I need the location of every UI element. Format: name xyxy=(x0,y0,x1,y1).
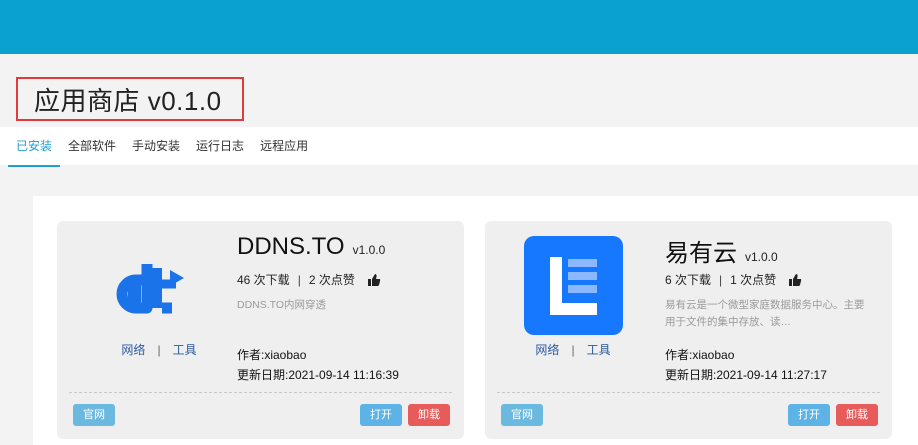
tab-bar: 已安装 全部软件 手动安装 运行日志 远程应用 xyxy=(0,127,918,167)
uninstall-button[interactable]: 卸载 xyxy=(836,404,878,426)
tag-tools: 工具 xyxy=(586,343,611,357)
app-description: 易有云是一个微型家庭数据服务中心。主要用于文件的集中存放、读… xyxy=(665,299,865,328)
top-bar xyxy=(0,0,918,54)
app-tags: 网络 | 工具 xyxy=(121,343,197,357)
open-button[interactable]: 打开 xyxy=(788,404,830,426)
app-stats: 46 次下载 | 2 次点赞 xyxy=(237,271,381,288)
card-divider xyxy=(497,392,880,393)
like-count: 1 次点赞 xyxy=(730,273,777,287)
app-update-date: 更新日期:2021-09-14 11:16:39 xyxy=(237,368,399,382)
tab-remote-apps[interactable]: 远程应用 xyxy=(252,127,316,165)
tag-network: 网络 xyxy=(121,343,146,357)
tab-run-log[interactable]: 运行日志 xyxy=(188,127,252,165)
card-divider xyxy=(69,392,452,393)
ddnsto-logo-icon xyxy=(106,236,205,335)
tab-installed[interactable]: 已安装 xyxy=(8,127,61,167)
app-version: v1.0.0 xyxy=(745,250,778,264)
tab-manual-install[interactable]: 手动安装 xyxy=(124,127,188,165)
app-author: 作者:xiaobao xyxy=(237,348,307,362)
official-site-button[interactable]: 官网 xyxy=(501,404,543,426)
download-count: 46 次下载 xyxy=(237,273,290,287)
app-stats: 6 次下载 | 1 次点赞 xyxy=(665,271,802,288)
tag-tools: 工具 xyxy=(172,343,197,357)
thumbs-up-icon[interactable] xyxy=(367,273,381,287)
uninstall-button[interactable]: 卸载 xyxy=(408,404,450,426)
linkease-logo-icon xyxy=(524,236,623,335)
app-name: 易有云 v1.0.0 xyxy=(665,233,778,268)
open-button[interactable]: 打开 xyxy=(360,404,402,426)
download-count: 6 次下载 xyxy=(665,273,712,287)
thumbs-up-icon[interactable] xyxy=(788,273,802,287)
page-title-text: 应用商店 v0.1.0 xyxy=(34,85,222,116)
app-card-linkease: 网络 | 工具 易有云 v1.0.0 6 次下载 | 1 次点赞 易有云是一个微型家庭… xyxy=(485,221,892,439)
page-title: 应用商店 v0.1.0 xyxy=(16,77,244,121)
app-name-text: 易有云 xyxy=(665,240,737,267)
app-description: DDNS.TO内网穿透 xyxy=(237,299,327,311)
app-name-text: DDNS.TO xyxy=(237,233,345,260)
app-tags: 网络 | 工具 xyxy=(535,343,611,357)
tab-all-software[interactable]: 全部软件 xyxy=(60,127,124,165)
official-site-button[interactable]: 官网 xyxy=(73,404,115,426)
app-update-date: 更新日期:2021-09-14 11:27:17 xyxy=(665,368,827,382)
like-count: 2 次点赞 xyxy=(308,273,355,287)
tag-network: 网络 xyxy=(535,343,560,357)
app-version: v1.0.0 xyxy=(352,243,386,257)
app-card-ddnsto: 网络 | 工具 DDNS.TO v1.0.0 46 次下载 | 2 次点赞 DDNS.… xyxy=(57,221,464,439)
app-name: DDNS.TO v1.0.0 xyxy=(237,233,385,261)
app-author: 作者:xiaobao xyxy=(665,348,735,362)
